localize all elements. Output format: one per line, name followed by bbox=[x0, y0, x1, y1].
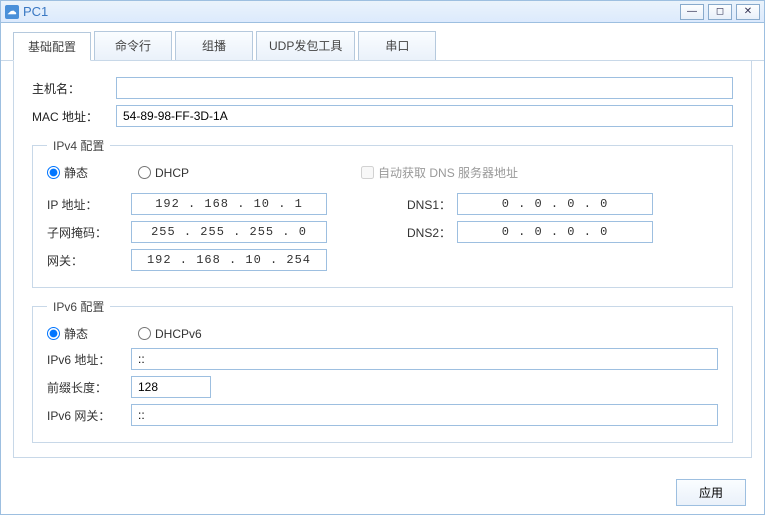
ipv6-addr-row: IPv6 地址： bbox=[47, 348, 718, 370]
minimize-button[interactable]: — bbox=[680, 4, 704, 20]
gw-input[interactable]: 192 . 168 . 10 . 254 bbox=[131, 249, 327, 271]
main-pane: 主机名： MAC 地址： IPv4 配置 静态 DHCP bbox=[13, 61, 752, 458]
dns2-row: DNS2： 0 . 0 . 0 . 0 bbox=[407, 221, 718, 243]
tab-serial[interactable]: 串口 bbox=[358, 31, 436, 60]
window-controls: — ◻ ✕ bbox=[680, 4, 760, 20]
dns1-label: DNS1： bbox=[407, 196, 457, 213]
ipv4-cols: IP 地址： 192 . 168 . 10 . 1 子网掩码： 255 . 25… bbox=[47, 187, 718, 277]
maximize-button[interactable]: ◻ bbox=[708, 4, 732, 20]
dns1-row: DNS1： 0 . 0 . 0 . 0 bbox=[407, 193, 718, 215]
app-icon: ☁ bbox=[5, 5, 19, 19]
dns1-input[interactable]: 0 . 0 . 0 . 0 bbox=[457, 193, 653, 215]
window-frame: ☁ PC1 — ◻ ✕ 基础配置 命令行 组播 UDP发包工具 串口 主机名： … bbox=[0, 0, 765, 515]
ipv4-dhcp-radio-input[interactable] bbox=[138, 166, 151, 179]
window-title: PC1 bbox=[23, 4, 48, 19]
ipv6-dhcpv6-radio[interactable]: DHCPv6 bbox=[138, 327, 202, 341]
ip-input[interactable]: 192 . 168 . 10 . 1 bbox=[131, 193, 327, 215]
ip-label: IP 地址： bbox=[47, 196, 131, 213]
ipv6-mode-row: 静态 DHCPv6 bbox=[47, 325, 718, 342]
ipv4-section: IPv4 配置 静态 DHCP 自动获取 DNS 服务器地址 bbox=[32, 137, 733, 288]
ipv6-addr-label: IPv6 地址： bbox=[47, 351, 131, 368]
ipv6-static-radio-input[interactable] bbox=[47, 327, 60, 340]
ipv4-col-right: DNS1： 0 . 0 . 0 . 0 DNS2： 0 . 0 . 0 . 0 bbox=[407, 187, 718, 277]
gw-row: 网关： 192 . 168 . 10 . 254 bbox=[47, 249, 407, 271]
mac-input[interactable] bbox=[116, 105, 733, 127]
ipv6-prefix-row: 前缀长度： bbox=[47, 376, 718, 398]
ipv4-mode-row: 静态 DHCP 自动获取 DNS 服务器地址 bbox=[47, 164, 718, 181]
hostname-label: 主机名： bbox=[32, 80, 116, 97]
ipv6-gw-row: IPv6 网关： bbox=[47, 404, 718, 426]
ipv6-prefix-label: 前缀长度： bbox=[47, 379, 131, 396]
footer: 应用 bbox=[676, 479, 746, 506]
gw-label: 网关： bbox=[47, 252, 131, 269]
mac-label: MAC 地址： bbox=[32, 108, 116, 125]
ipv6-prefix-input[interactable] bbox=[131, 376, 211, 398]
tabs-row: 基础配置 命令行 组播 UDP发包工具 串口 bbox=[1, 23, 764, 61]
mac-row: MAC 地址： bbox=[32, 105, 733, 127]
ipv4-legend: IPv4 配置 bbox=[47, 137, 110, 154]
ipv4-col-left: IP 地址： 192 . 168 . 10 . 1 子网掩码： 255 . 25… bbox=[47, 187, 407, 277]
ipv6-gw-input[interactable] bbox=[131, 404, 718, 426]
ipv4-static-label: 静态 bbox=[64, 164, 88, 181]
tab-udp-tool[interactable]: UDP发包工具 bbox=[256, 31, 355, 60]
ipv6-addr-input[interactable] bbox=[131, 348, 718, 370]
tab-basic-config[interactable]: 基础配置 bbox=[13, 32, 91, 61]
mask-input[interactable]: 255 . 255 . 255 . 0 bbox=[131, 221, 327, 243]
close-button[interactable]: ✕ bbox=[736, 4, 760, 20]
ipv6-static-radio[interactable]: 静态 bbox=[47, 325, 88, 342]
tab-command-line[interactable]: 命令行 bbox=[94, 31, 172, 60]
ipv6-legend: IPv6 配置 bbox=[47, 298, 110, 315]
hostname-input[interactable] bbox=[116, 77, 733, 99]
ipv4-static-radio[interactable]: 静态 bbox=[47, 164, 88, 181]
ipv6-dhcpv6-radio-input[interactable] bbox=[138, 327, 151, 340]
mask-row: 子网掩码： 255 . 255 . 255 . 0 bbox=[47, 221, 407, 243]
ipv6-section: IPv6 配置 静态 DHCPv6 IPv6 地址： 前缀长度： bbox=[32, 298, 733, 443]
titlebar: ☁ PC1 — ◻ ✕ bbox=[1, 1, 764, 23]
ipv6-static-label: 静态 bbox=[64, 325, 88, 342]
auto-dns-checkbox-input[interactable] bbox=[361, 166, 374, 179]
dns2-input[interactable]: 0 . 0 . 0 . 0 bbox=[457, 221, 653, 243]
ip-row: IP 地址： 192 . 168 . 10 . 1 bbox=[47, 193, 407, 215]
ipv4-dhcp-radio[interactable]: DHCP bbox=[138, 166, 189, 180]
hostname-row: 主机名： bbox=[32, 77, 733, 99]
auto-dns-checkbox[interactable]: 自动获取 DNS 服务器地址 bbox=[361, 164, 518, 181]
ipv4-dhcp-label: DHCP bbox=[155, 166, 189, 180]
ipv6-gw-label: IPv6 网关： bbox=[47, 407, 131, 424]
tab-multicast[interactable]: 组播 bbox=[175, 31, 253, 60]
auto-dns-label: 自动获取 DNS 服务器地址 bbox=[378, 164, 518, 181]
ipv4-static-radio-input[interactable] bbox=[47, 166, 60, 179]
dns2-label: DNS2： bbox=[407, 224, 457, 241]
ipv6-dhcpv6-label: DHCPv6 bbox=[155, 327, 202, 341]
apply-button[interactable]: 应用 bbox=[676, 479, 746, 506]
mask-label: 子网掩码： bbox=[47, 224, 131, 241]
